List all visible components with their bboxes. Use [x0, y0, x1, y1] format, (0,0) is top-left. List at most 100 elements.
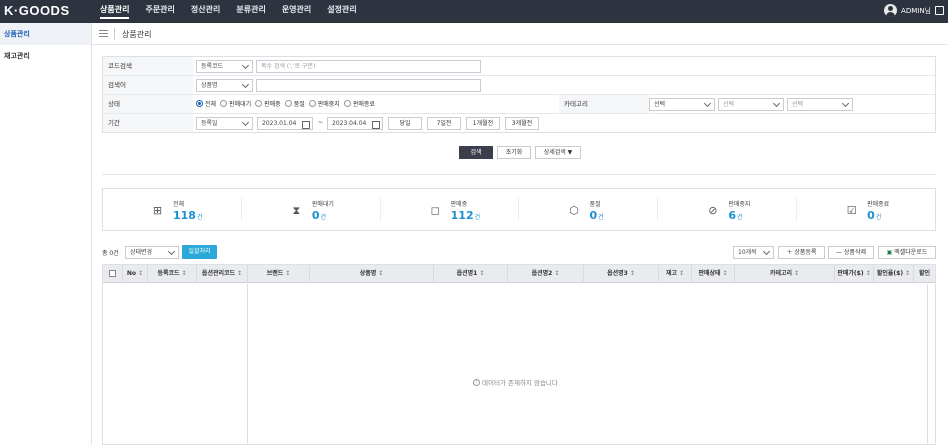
chevron-down-icon [241, 118, 250, 127]
column-header-status[interactable]: 판매상태 ↕ [692, 265, 735, 283]
radio-waiting[interactable]: 판매대기 [220, 99, 251, 108]
add-product-button[interactable]: ＋ 상품등록 [778, 246, 825, 259]
page-size-select[interactable]: 10개씩 [733, 246, 774, 259]
result-count: 총 0건 [102, 250, 119, 257]
sidebar-item-stock[interactable]: 재고관리 [0, 45, 91, 67]
period-3months-button[interactable]: 3개월전 [505, 117, 539, 130]
status-radio-group: 전체 판매대기 판매중 품절 판매중지 판매종료 [196, 99, 379, 108]
nav-order[interactable]: 주문관리 [145, 0, 174, 23]
stat-total[interactable]: ⊞ 전체 118건 [103, 198, 242, 222]
column-header-code[interactable]: 등록코드 ↕ [148, 265, 197, 283]
reset-button[interactable]: 초기화 [497, 146, 531, 159]
column-header-brand[interactable]: 브랜드 ↕ [248, 265, 310, 283]
stat-on-sale[interactable]: ◻ 판매중 112건 [381, 198, 520, 222]
column-header-option-code[interactable]: 옵션관리코드 ↕ [197, 265, 248, 283]
sort-icon[interactable]: ↕ [237, 270, 242, 277]
column-header-stock[interactable]: 재고 ↕ [659, 265, 692, 283]
stat-stopped[interactable]: ⊘ 판매중지 6건 [658, 198, 798, 222]
nav-settlement[interactable]: 정산관리 [191, 0, 220, 23]
radio-sold-out[interactable]: 품절 [284, 99, 305, 108]
code-input[interactable]: 복수 검색 (','로 구분) [256, 60, 481, 73]
radio-ended[interactable]: 판매종료 [343, 99, 375, 108]
column-header-discount[interactable]: 할인 [914, 265, 935, 283]
select-all-checkbox[interactable] [109, 270, 116, 277]
sort-icon[interactable]: ↕ [479, 270, 484, 277]
logo[interactable]: K·GOODS [4, 3, 70, 18]
column-label: 판매상태 [698, 270, 721, 277]
stat-ended[interactable]: ☑ 판매종료 0건 [797, 198, 935, 222]
stat-unit: 건 [736, 214, 743, 221]
stat-value: 0 [867, 209, 875, 222]
column-header-name[interactable]: 상품명 ↕ [310, 265, 434, 283]
sort-icon[interactable]: ↕ [679, 270, 684, 277]
header-checkbox-cell [103, 265, 123, 283]
nav-operation[interactable]: 운영관리 [282, 0, 311, 23]
period-select[interactable]: 등록일 [196, 117, 253, 130]
excel-download-button[interactable]: ▣ 엑셀다운로드 [878, 246, 936, 259]
stat-sold-out[interactable]: ⬡ 품절 0건 [519, 198, 659, 222]
sort-icon[interactable]: ↕ [182, 270, 187, 277]
period-today-button[interactable]: 당일 [388, 117, 422, 130]
user-avatar-icon[interactable] [884, 4, 898, 17]
stat-name: 판매중지 [728, 201, 751, 208]
sort-icon[interactable]: ↕ [794, 270, 799, 277]
date-to-input[interactable]: 2023.04.04 [327, 117, 383, 130]
detail-search-button[interactable]: 상세검색 ▼ [535, 146, 581, 159]
sort-icon[interactable]: ↕ [554, 270, 559, 277]
radio-circle-icon [308, 100, 316, 107]
stat-name: 품절 [589, 201, 601, 208]
vertical-scrollbar[interactable] [927, 284, 935, 445]
nav-settings[interactable]: 설정관리 [327, 0, 356, 23]
sort-icon[interactable]: ↕ [723, 270, 728, 277]
calendar-icon[interactable] [302, 121, 310, 129]
stat-value-wrap: 0건 [867, 209, 881, 222]
radio-on-sale[interactable]: 판매중 [255, 99, 281, 108]
stat-value: 6 [728, 209, 736, 222]
search-button[interactable]: 검색 [459, 146, 493, 159]
sort-icon[interactable]: ↕ [630, 270, 635, 277]
page-header: 상품관리 [92, 23, 948, 45]
period-7days-button[interactable]: 7일전 [427, 117, 461, 130]
column-label: 할인 [918, 270, 931, 277]
sort-icon[interactable]: ↕ [138, 270, 143, 277]
radio-all[interactable]: 전체 [196, 99, 216, 108]
keyword-select[interactable]: 상품명 [196, 79, 253, 92]
column-label: 옵션명3 [607, 270, 628, 277]
column-header-option1[interactable]: 옵션명1 ↕ [434, 265, 508, 283]
bulk-process-button[interactable]: 일괄처리 [182, 245, 217, 259]
excel-download-label: 엑셀다운로드 [894, 249, 928, 256]
box-icon: ⬡ [569, 204, 579, 217]
category-select-3[interactable]: 선택 [787, 98, 853, 111]
sort-icon[interactable]: ↕ [285, 270, 290, 277]
column-header-category[interactable]: 카테고리 ↕ [735, 265, 835, 283]
sort-icon[interactable]: ↕ [866, 270, 871, 277]
logout-icon[interactable] [935, 6, 944, 15]
user-name[interactable]: ADMIN님 [901, 6, 931, 16]
sidebar-item-product[interactable]: 상품관리 [0, 23, 91, 45]
calendar-icon[interactable] [372, 121, 380, 129]
keyword-input[interactable] [256, 79, 481, 92]
radio-stopped[interactable]: 판매중지 [308, 99, 340, 108]
chevron-down-icon [167, 247, 176, 256]
nav-product[interactable]: 상품관리 [100, 0, 130, 19]
column-header-option2[interactable]: 옵션명2 ↕ [508, 265, 584, 283]
menu-icon[interactable] [99, 30, 108, 37]
category-select-2[interactable]: 선택 [718, 98, 784, 111]
sort-icon[interactable]: ↕ [905, 270, 910, 277]
stat-name: 판매종료 [867, 201, 890, 208]
column-header-no[interactable]: No ↕ [123, 265, 148, 283]
sort-icon[interactable]: ↕ [378, 270, 383, 277]
column-label: 옵션명2 [531, 270, 553, 277]
period-1month-button[interactable]: 1개월전 [466, 117, 500, 130]
status-change-select[interactable]: 상태변경 [125, 246, 179, 259]
stat-waiting[interactable]: ⧗ 판매대기 0건 [242, 198, 381, 222]
code-select[interactable]: 등록코드 [196, 60, 253, 73]
date-from-input[interactable]: 2023.01.04 [257, 117, 313, 130]
category-select-1[interactable]: 선택 [649, 98, 715, 111]
column-header-price[interactable]: 판매가($) ↕ [835, 265, 874, 283]
date-from-value: 2023.01.04 [262, 120, 297, 127]
nav-category[interactable]: 분류관리 [236, 0, 265, 23]
column-header-option3[interactable]: 옵션명3 ↕ [584, 265, 659, 283]
column-header-discount-rate[interactable]: 할인율($) ↕ [874, 265, 914, 283]
delete-product-button[interactable]: — 상품삭제 [828, 246, 874, 259]
